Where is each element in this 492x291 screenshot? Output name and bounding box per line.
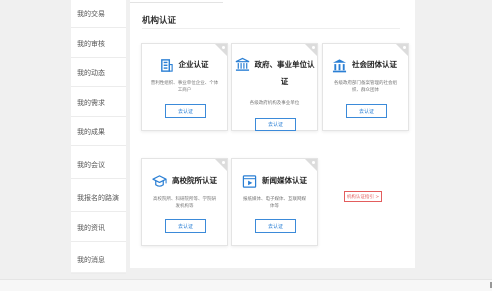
sidebar-item-achievements[interactable]: 我的成果 bbox=[71, 118, 126, 146]
corner-dot bbox=[312, 161, 315, 164]
corner-dot bbox=[403, 46, 406, 49]
enterprise-certify-button[interactable]: 去认证 bbox=[165, 104, 206, 118]
title-divider bbox=[142, 28, 400, 29]
card-media: 新闻媒体认证 报纸媒体、电子媒体、互联网媒体等 去认证 bbox=[231, 158, 318, 246]
card-title: 政府、事业单位认证 bbox=[254, 60, 315, 86]
bottom-scrollbar[interactable] bbox=[0, 279, 492, 291]
sidebar-item-messages[interactable]: 我的消息 bbox=[71, 246, 126, 274]
sidebar-item-activity[interactable]: 我的动态 bbox=[71, 59, 126, 87]
main-panel: 机构认证 企业认证 营利性组织、事业单位企业、个体工商户 去认证 政府、事业单位… bbox=[130, 0, 415, 268]
enterprise-building-icon bbox=[160, 59, 173, 72]
sidebar-item-label: 我报名的路演 bbox=[77, 193, 119, 202]
corner-dot bbox=[222, 46, 225, 49]
social-certify-button[interactable]: 去认证 bbox=[346, 104, 387, 118]
sidebar-item-roadshows[interactable]: 我报名的路演 bbox=[71, 184, 126, 212]
sidebar-item-label: 我的会议 bbox=[77, 160, 105, 169]
card-title: 新闻媒体认证 bbox=[262, 176, 307, 185]
graduation-cap-icon bbox=[152, 175, 167, 187]
sidebar-item-meetings[interactable]: 我的会议 bbox=[71, 151, 126, 179]
sidebar-item-transactions[interactable]: 我的交易 bbox=[71, 0, 126, 28]
media-video-icon bbox=[242, 175, 257, 188]
card-description: 报纸媒体、电子媒体、互联网媒体等 bbox=[243, 197, 306, 209]
corner-fold bbox=[215, 159, 227, 171]
corner-dot bbox=[222, 161, 225, 164]
government-building-icon bbox=[235, 57, 249, 71]
sidebar-item-label: 我的交易 bbox=[77, 9, 105, 18]
card-description: 各级政府机构及事业单位 bbox=[249, 101, 300, 106]
card-description: 营利性组织、事业单位企业、个体工商户 bbox=[150, 81, 219, 93]
certification-guide-link[interactable]: 机构认证指引 > bbox=[344, 191, 382, 202]
corner-dot bbox=[312, 46, 315, 49]
university-certify-button[interactable]: 去认证 bbox=[165, 219, 206, 233]
card-title: 高校院所认证 bbox=[172, 176, 217, 185]
card-university: 高校院所认证 高校院所、科研院所等、学院研发机构等 去认证 bbox=[141, 158, 228, 246]
card-enterprise: 企业认证 营利性组织、事业单位企业、个体工商户 去认证 bbox=[141, 43, 228, 131]
government-certify-button[interactable]: 去认证 bbox=[255, 118, 296, 131]
card-social-organization: 社会团体认证 各级政府部门备案管理的社会组织、群众团体 去认证 bbox=[322, 43, 409, 131]
card-title: 社会团体认证 bbox=[352, 60, 397, 69]
sidebar-item-demands[interactable]: 我的需求 bbox=[71, 89, 126, 117]
sidebar-item-label: 我的成果 bbox=[77, 127, 105, 136]
sidebar-item-label: 我的消息 bbox=[77, 255, 105, 264]
corner-fold bbox=[305, 44, 317, 56]
corner-fold bbox=[215, 44, 227, 56]
card-title: 企业认证 bbox=[178, 60, 209, 69]
media-certify-button[interactable]: 去认证 bbox=[255, 219, 296, 233]
sidebar-item-label: 我的动态 bbox=[77, 68, 105, 77]
sidebar-item-label: 我的需求 bbox=[77, 98, 105, 107]
social-organization-icon bbox=[332, 59, 347, 73]
sidebar-item-label: 我的审核 bbox=[77, 39, 105, 48]
page-title: 机构认证 bbox=[142, 16, 177, 26]
sidebar-item-review[interactable]: 我的审核 bbox=[71, 30, 126, 58]
corner-fold bbox=[305, 159, 317, 171]
card-government: 政府、事业单位认证 各级政府机构及事业单位 去认证 bbox=[231, 43, 318, 131]
card-description: 各级政府部门备案管理的社会组织、群众团体 bbox=[334, 81, 397, 93]
sidebar: 我的交易 我的审核 我的动态 我的需求 我的成果 我的会议 我报名的路演 我的资… bbox=[71, 0, 126, 274]
sidebar-item-news[interactable]: 我的资讯 bbox=[71, 214, 126, 242]
top-divider bbox=[130, 0, 223, 3]
corner-fold bbox=[396, 44, 408, 56]
sidebar-item-label: 我的资讯 bbox=[77, 223, 105, 232]
card-description: 高校院所、科研院所等、学院研发机构等 bbox=[153, 197, 216, 209]
